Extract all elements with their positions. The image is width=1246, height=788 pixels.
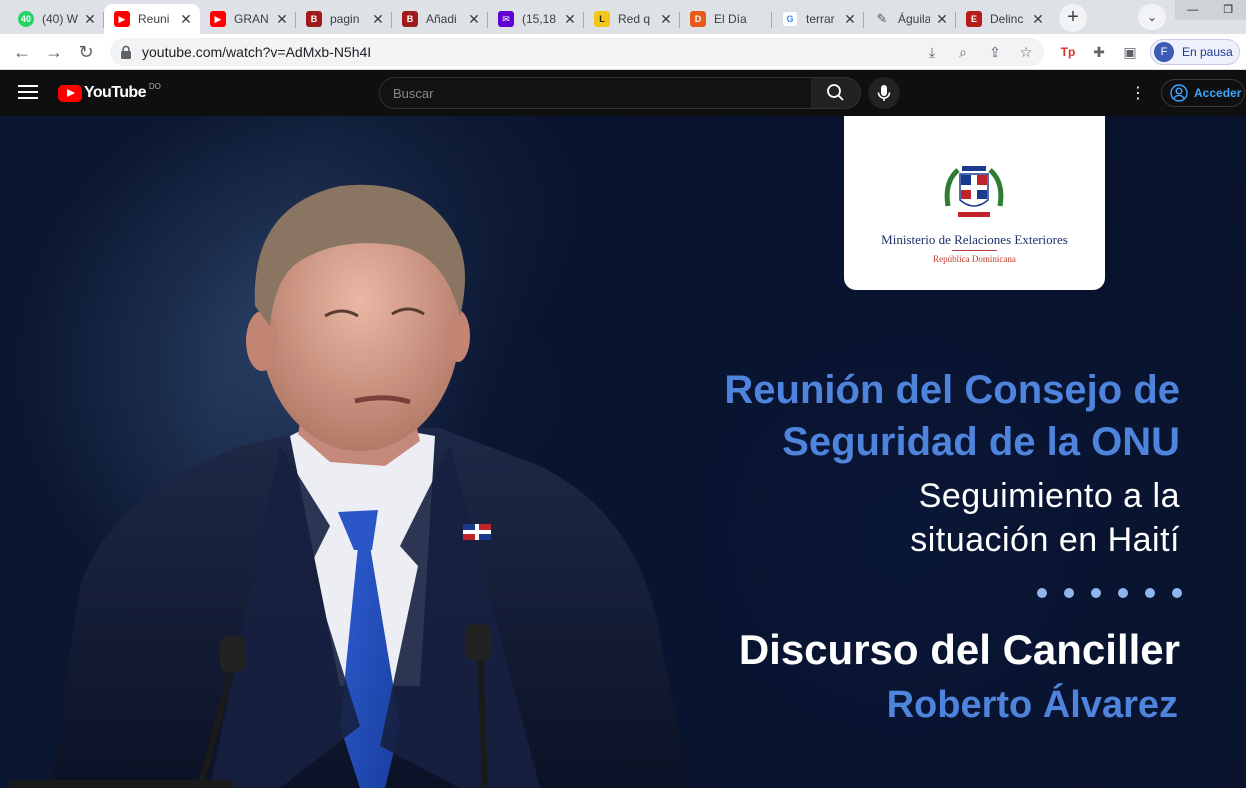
coat-of-arms-icon [944,166,1004,217]
signin-button[interactable]: Acceder [1161,79,1245,107]
url-text: youtube.com/watch?v=AdMxb-N5h4I [142,44,372,60]
tab-title: Delinc [990,12,1024,26]
tab-title: (15,18 [522,12,557,26]
search-input[interactable] [380,78,811,108]
share-icon[interactable]: ⇪ [985,42,1005,62]
close-icon[interactable]: ✕ [562,11,578,27]
browser-tab[interactable]: E Delinc ✕ [956,4,1052,34]
whatsapp-icon: 40 [18,11,34,27]
youtube-logo[interactable]: YouTube DO [58,81,161,103]
close-icon[interactable]: ✕ [466,11,482,27]
voice-search-button[interactable] [868,77,900,109]
close-icon[interactable]: ✕ [274,11,290,27]
search-box[interactable] [379,77,812,109]
ministry-country: República Dominicana [933,254,1016,264]
tab-title: Red q [618,12,651,26]
zoom-icon[interactable]: ⌕ [953,42,973,62]
eldia-icon: D [690,11,706,27]
bookmark-star-icon[interactable]: ☆ [1016,42,1036,62]
speaker-portrait-image [50,184,690,788]
blogger-icon: B [306,11,322,27]
tab-search-button[interactable]: ⌄ [1138,4,1166,30]
tab-title: (40) W [42,12,78,26]
player-progress-area[interactable] [10,780,234,788]
tab-title: terrar [806,12,835,26]
forward-arrow-icon[interactable]: → [42,40,66,64]
divider [952,250,997,251]
browser-tab[interactable]: L Red q ✕ [584,4,680,34]
headline: Reunión del Consejo de Seguridad de la O… [724,364,1180,468]
headline-line: Seguridad de la ONU [782,420,1180,464]
browser-tab[interactable]: G terrar ✕ [772,4,864,34]
profile-status-label: En pausa [1182,45,1233,59]
avatar: F [1154,42,1174,62]
subtitle: Seguimiento a la situación en Haití [910,474,1180,562]
browser-toolbar: ← → ↻ youtube.com/watch?v=AdMxb-N5h4I ⤓ … [0,34,1246,70]
browser-tab[interactable]: B Añadi ✕ [392,4,488,34]
menu-icon[interactable] [18,85,38,101]
signin-label: Acceder [1194,86,1242,100]
browser-tab[interactable]: 40 (40) W ✕ [8,4,104,34]
address-bar[interactable]: youtube.com/watch?v=AdMxb-N5h4I ⤓ ⌕ ⇪ ☆ [110,38,1044,66]
search-icon [827,84,844,101]
close-icon[interactable]: ✕ [82,11,98,27]
feather-icon: ✎ [876,11,888,26]
google-icon: G [782,11,798,27]
tab-title: El Día [714,12,747,26]
extensions-puzzle-icon[interactable]: ✚ [1089,42,1109,62]
ministry-name: Ministerio de Relaciones Exteriores [881,232,1068,247]
news-icon: E [966,11,982,27]
minimize-icon[interactable]: — [1175,0,1211,20]
close-icon[interactable]: ✕ [370,11,386,27]
lock-icon [121,45,131,59]
subtitle-line: Seguimiento a la [918,477,1180,515]
tab-title: GRAN [234,12,269,26]
extension-tp-icon[interactable]: Tp [1058,42,1078,62]
close-icon[interactable]: ✕ [934,11,950,27]
youtube-icon: ▶ [210,11,226,27]
tab-title: Reuni [138,12,170,26]
browser-tab[interactable]: ✎ Águila ✕ [864,4,956,34]
browser-tab-active[interactable]: ▶ Reuni ✕ [104,4,200,34]
close-icon[interactable]: ✕ [178,11,194,27]
newspaper-icon: L [594,11,610,27]
profile-button[interactable]: F En pausa [1150,39,1240,65]
speaker-name: Roberto Álvarez [886,684,1178,726]
download-icon[interactable]: ⤓ [922,42,942,62]
youtube-icon: ▶ [114,11,130,27]
speech-title: Discurso del Canciller [738,626,1180,673]
dot-separator [1020,588,1182,598]
window-controls: — ❐ [1175,0,1246,20]
logo-wordmark: YouTube [84,84,146,101]
blogger-icon: B [402,11,418,27]
browser-tab[interactable]: ▶ GRAN ✕ [200,4,296,34]
browser-tab[interactable]: B pagin ✕ [296,4,392,34]
close-icon[interactable]: ✕ [658,11,674,27]
headline-line: Reunión del Consejo de [724,368,1180,412]
youtube-play-icon [58,84,82,102]
close-icon[interactable]: ✕ [1030,11,1046,27]
account-icon [1170,84,1188,102]
subtitle-line: situación en Haití [910,521,1180,559]
youtube-masthead: YouTube DO ⋮ Acceder [0,71,1246,116]
video-player[interactable]: Ministerio de Relaciones Exteriores Repú… [0,116,1246,788]
tab-title: Añadi [426,12,457,26]
mail-icon: ✉ [498,11,514,27]
search-button[interactable] [811,77,861,109]
back-arrow-icon[interactable]: ← [10,40,34,64]
browser-tab-strip: 40 (40) W ✕ ▶ Reuni ✕ ▶ GRAN ✕ B pagin ✕… [0,0,1246,34]
country-code: DO [148,81,161,91]
tab-title: pagin [330,12,360,26]
browser-tab[interactable]: ✉ (15,18 ✕ [488,4,584,34]
browser-tab[interactable]: D El Día [680,4,772,34]
side-panel-icon[interactable]: ▣ [1120,42,1140,62]
restore-icon[interactable]: ❐ [1211,0,1246,20]
settings-kebab-icon[interactable]: ⋮ [1130,85,1146,103]
reload-icon[interactable]: ↻ [74,40,98,64]
ministry-logo-card: Ministerio de Relaciones Exteriores Repú… [844,116,1105,290]
tab-title: Águila [898,12,930,26]
microphone-icon [877,85,891,101]
new-tab-button[interactable]: + [1059,4,1087,32]
close-icon[interactable]: ✕ [842,11,858,27]
